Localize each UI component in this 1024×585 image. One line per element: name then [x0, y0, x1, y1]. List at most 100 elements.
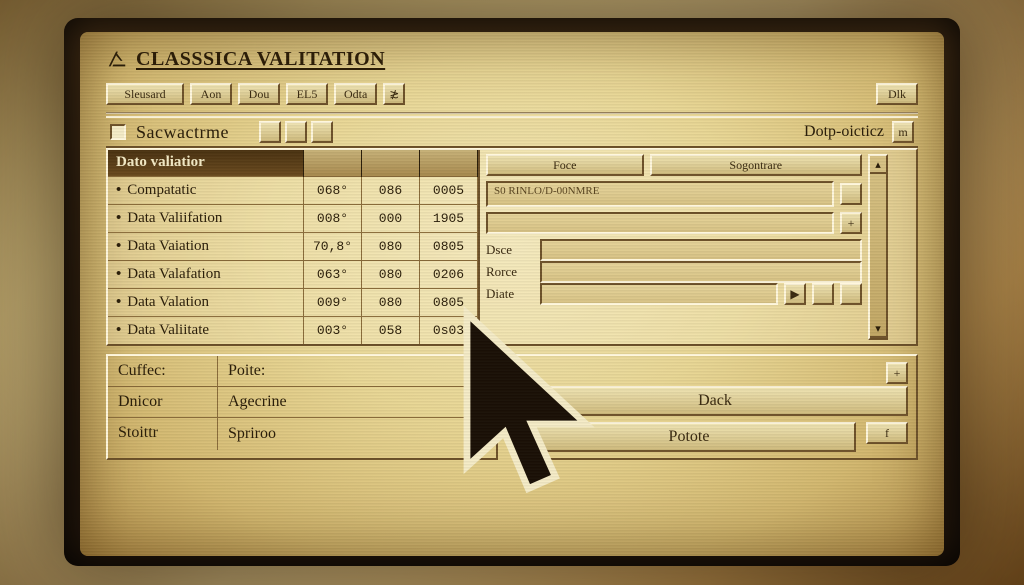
- form-field-input[interactable]: [540, 283, 778, 305]
- window-title: CLASSSICA VALITATION: [136, 48, 385, 71]
- table-header-row: Dato valiatior: [108, 150, 478, 176]
- section-label: Sacwactrme: [136, 122, 229, 143]
- app-logo-icon: [106, 48, 128, 70]
- form-field-row: Dsce: [486, 239, 862, 261]
- menu-item-2[interactable]: Dou: [238, 83, 280, 105]
- form-panel: Foce Sogontrare S0 RINLO/D-00NMRE + Dsce…: [480, 150, 916, 344]
- row-name: Data Valiifation: [108, 204, 304, 232]
- bottom-area: Cuffec:Poite:DnicorAgecrineStoittrSpriro…: [106, 354, 918, 460]
- table-header-name[interactable]: Dato valiatior: [108, 150, 304, 176]
- table-header-col2[interactable]: [362, 150, 420, 176]
- row-col1: 063°: [304, 260, 362, 288]
- row-col3: 0206: [420, 260, 478, 288]
- form-field-input[interactable]: [540, 239, 862, 261]
- row-col2: 080: [362, 260, 420, 288]
- property-key: Stoittr: [108, 418, 218, 450]
- row-col2: 058: [362, 316, 420, 344]
- form-field-row: Rorce: [486, 261, 862, 283]
- chevron-right-icon[interactable]: ▸: [478, 424, 486, 444]
- properties-panel: Cuffec:Poite:DnicorAgecrineStoittrSpriro…: [106, 354, 498, 460]
- crt-screen: CLASSSICA VALITATION Sleusard Aon Dou EL…: [80, 32, 944, 556]
- row-col3: 1905: [420, 204, 478, 232]
- table-row[interactable]: Data Valafation063°0800206: [108, 260, 478, 288]
- row-col2: 080: [362, 288, 420, 316]
- property-key: Dnicor: [108, 387, 218, 417]
- row-col3: 0805: [420, 232, 478, 260]
- scroll-up-icon[interactable]: ▴: [870, 156, 886, 174]
- table-header-col1[interactable]: [304, 150, 362, 176]
- table-row[interactable]: Compatatic068°0860005: [108, 176, 478, 204]
- menu-item-1[interactable]: Aon: [190, 83, 232, 105]
- titlebar: CLASSSICA VALITATION: [106, 44, 918, 74]
- menu-item-4[interactable]: Odta: [334, 83, 377, 105]
- tool-button-a[interactable]: [259, 121, 281, 143]
- row-col2: 080: [362, 232, 420, 260]
- menu-item-0[interactable]: Sleusard: [106, 83, 184, 105]
- row-col2: 000: [362, 204, 420, 232]
- property-row: Cuffec:Poite:: [108, 356, 496, 386]
- main-area: Dato valiatior Compatatic068°0860005Data…: [106, 148, 918, 346]
- row-col1: 009°: [304, 288, 362, 316]
- table-row[interactable]: Data Vaiation70,8°0800805: [108, 232, 478, 260]
- section-toolbar: Sacwactrme Dotp-oicticz m: [106, 116, 918, 148]
- menu-item-3[interactable]: EL5: [286, 83, 328, 105]
- crt-bezel: CLASSSICA VALITATION Sleusard Aon Dou EL…: [64, 18, 960, 566]
- form-scrollbar[interactable]: ▴ ▾: [868, 154, 888, 340]
- tail-action-button[interactable]: f: [866, 422, 908, 444]
- form-wide-field[interactable]: [486, 212, 834, 234]
- divider: [106, 112, 918, 114]
- form-field-label: Rorce: [486, 264, 534, 280]
- table-header-col3[interactable]: [420, 150, 478, 176]
- row-name: Data Valafation: [108, 260, 304, 288]
- menu-right-button[interactable]: Dlk: [876, 83, 918, 105]
- row-col1: 003°: [304, 316, 362, 344]
- property-value[interactable]: Poite:: [218, 356, 496, 386]
- primary-action-button[interactable]: Dack: [522, 386, 908, 416]
- data-table: Dato valiatior Compatatic068°0860005Data…: [108, 150, 480, 344]
- property-key: Cuffec:: [108, 356, 218, 386]
- actions-panel: + Dack Potote f: [512, 354, 918, 460]
- property-value[interactable]: Spriroo▸: [218, 418, 496, 450]
- table-row[interactable]: Data Valation009°0800805: [108, 288, 478, 316]
- property-row: DnicorAgecrine: [108, 386, 496, 417]
- form-extra-b[interactable]: [840, 283, 862, 305]
- section-checkbox[interactable]: [110, 124, 126, 140]
- scroll-down-icon[interactable]: ▾: [870, 320, 886, 338]
- actions-plus-button[interactable]: +: [886, 362, 908, 384]
- menubar: Sleusard Aon Dou EL5 Odta ≵ Dlk: [106, 80, 918, 108]
- play-icon[interactable]: ▶: [784, 283, 806, 305]
- tool-button-b[interactable]: [285, 121, 307, 143]
- right-section-button[interactable]: m: [892, 121, 914, 143]
- table-row[interactable]: Data Valiitate003°0580s03: [108, 316, 478, 344]
- form-field-label: Diate: [486, 286, 534, 302]
- secondary-action-button[interactable]: Potote: [522, 422, 856, 452]
- form-field-label: Dsce: [486, 242, 534, 258]
- form-readout: S0 RINLO/D-00NMRE: [486, 181, 834, 207]
- row-col3: 0s03: [420, 316, 478, 344]
- tool-button-c[interactable]: [311, 121, 333, 143]
- row-name: Data Vaiation: [108, 232, 304, 260]
- row-col3: 0005: [420, 176, 478, 204]
- menu-glyph-button[interactable]: ≵: [383, 83, 405, 105]
- property-value[interactable]: Agecrine: [218, 387, 496, 417]
- row-name: Data Valation: [108, 288, 304, 316]
- form-top-left-button[interactable]: Foce: [486, 154, 644, 176]
- row-col1: 70,8°: [304, 232, 362, 260]
- row-name: Data Valiitate: [108, 316, 304, 344]
- form-plus-button[interactable]: +: [840, 212, 862, 234]
- row-col1: 008°: [304, 204, 362, 232]
- form-field-row: Diate ▶: [486, 283, 862, 305]
- row-col2: 086: [362, 176, 420, 204]
- right-section-label: Dotp-oicticz: [804, 123, 884, 141]
- row-col1: 068°: [304, 176, 362, 204]
- form-top-right-button[interactable]: Sogontrare: [650, 154, 863, 176]
- property-row: StoittrSpriroo▸: [108, 417, 496, 450]
- row-col3: 0805: [420, 288, 478, 316]
- row-name: Compatatic: [108, 176, 304, 204]
- scroll-track[interactable]: [870, 174, 886, 320]
- form-readout-button[interactable]: [840, 183, 862, 205]
- application-window: CLASSSICA VALITATION Sleusard Aon Dou EL…: [106, 44, 918, 460]
- form-field-input[interactable]: [540, 261, 862, 283]
- table-row[interactable]: Data Valiifation008°0001905: [108, 204, 478, 232]
- form-extra-a[interactable]: [812, 283, 834, 305]
